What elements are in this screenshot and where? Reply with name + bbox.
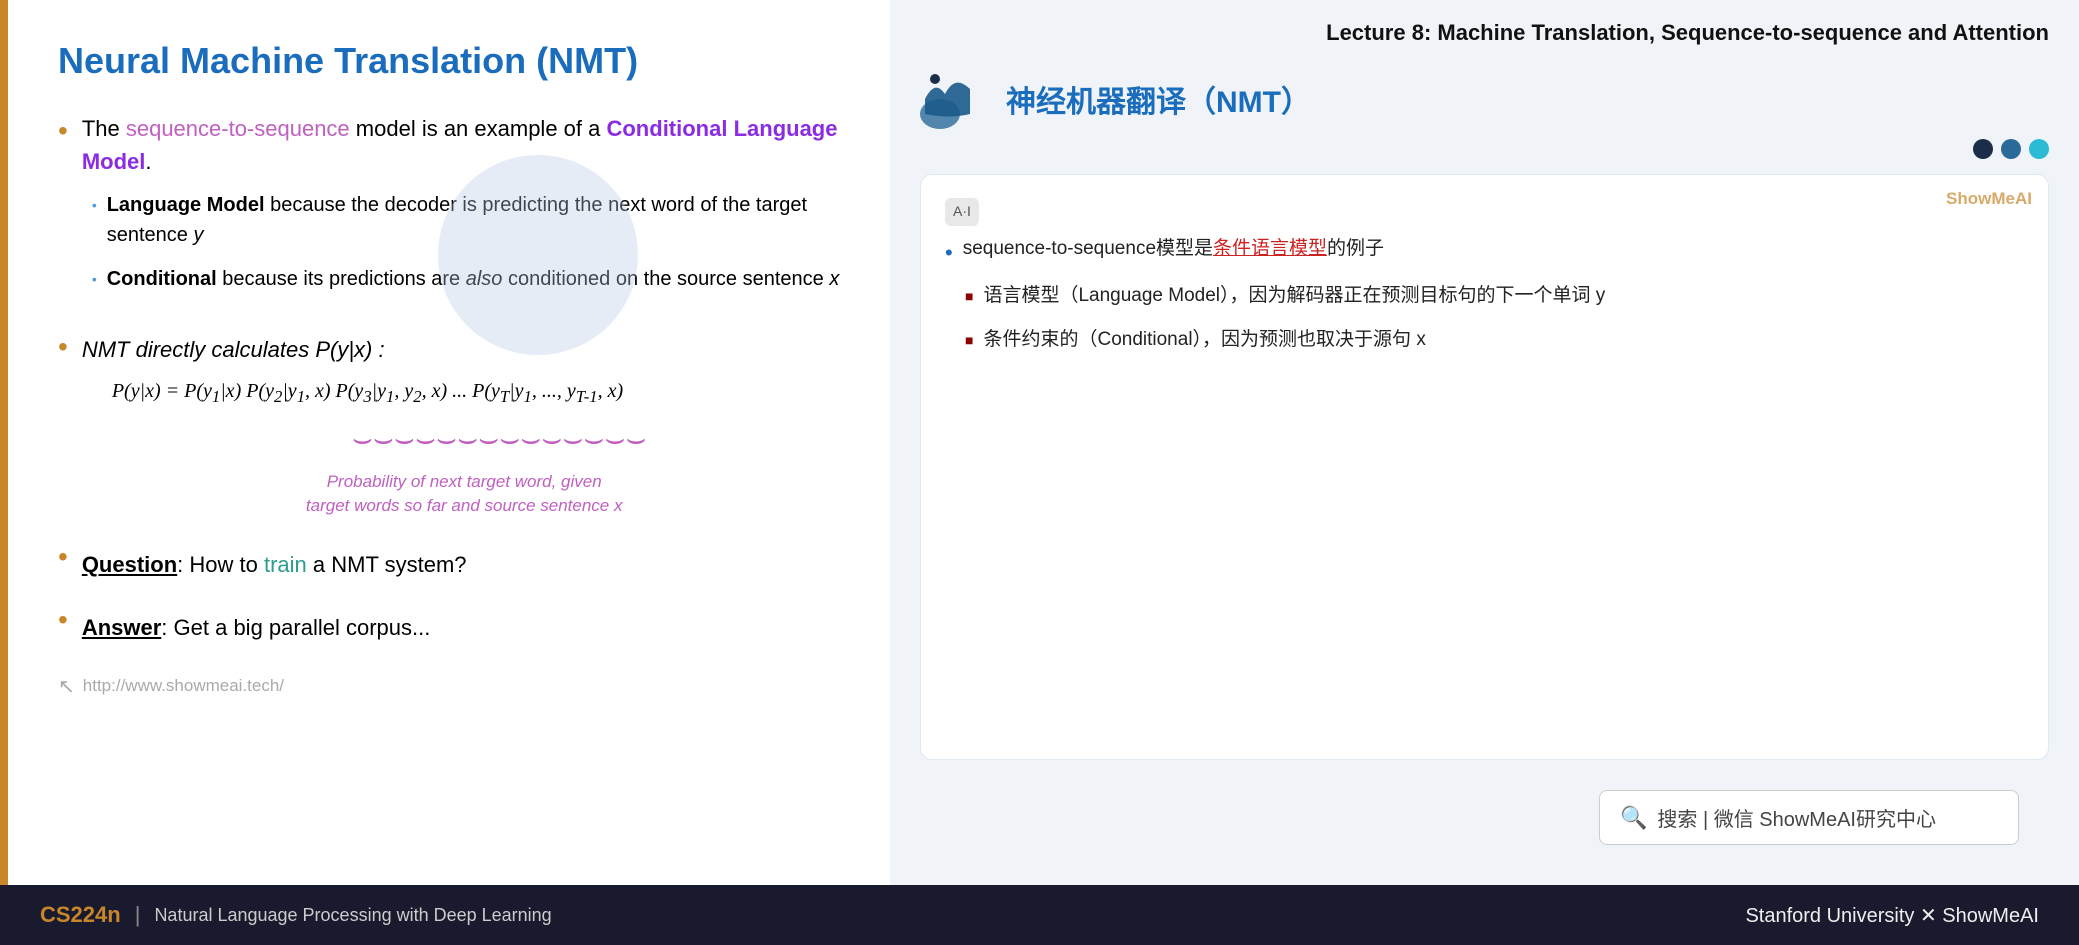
subbullet2-rest1: because its predictions are <box>217 268 466 290</box>
bullet2-formula-inline: P(y|x) <box>315 337 372 362</box>
question-line: Question: How to train a NMT system? <box>82 548 467 581</box>
question-link: train <box>264 552 307 577</box>
dot-3 <box>2029 139 2049 159</box>
footer-desc: Natural Language Processing with Deep Le… <box>154 905 551 926</box>
footer-right: Stanford University ✕ ShowMeAI <box>1745 903 2039 928</box>
bullet-dot-3: • <box>58 536 68 578</box>
question-end: a NMT system? <box>307 552 467 577</box>
footer-course: CS224n <box>40 902 121 928</box>
subbullet2-italic: also <box>466 268 503 290</box>
formula-display: P(y|x) = P(y1|x) P(y2|y1, x) P(y3|y1, y2… <box>112 376 647 409</box>
bullet-item-1: • The sequence-to-sequence model is an e… <box>58 112 840 308</box>
dot-1 <box>1973 139 1993 159</box>
sub-bullet-list-1: • Language Model because the decoder is … <box>92 190 840 294</box>
red-square-1: ■ <box>965 285 973 307</box>
bullet2-colon: : <box>372 337 384 362</box>
cursor-icon: ↖ <box>58 674 75 699</box>
url-text: http://www.showmeai.tech/ <box>83 676 284 696</box>
footer: CS224n | Natural Language Processing wit… <box>0 885 2079 945</box>
curly-brace: ⌣⌣⌣⌣⌣⌣⌣⌣⌣⌣⌣⌣⌣⌣ <box>352 414 647 462</box>
bullet-item-3: • Question: How to train a NMT system? <box>58 538 840 581</box>
formula-annotation: Probability of next target word, giventa… <box>282 470 647 518</box>
answer-line: Answer: Get a big parallel corpus... <box>82 611 431 644</box>
bullet1-link: sequence-to-sequence <box>126 116 350 141</box>
lecture-header: Lecture 8: Machine Translation, Sequence… <box>890 0 2079 59</box>
right-top-section: 神经机器翻译（NMT） <box>890 59 2079 139</box>
annotation-box: ShowMeAI A·I • sequence-to-sequence模型是条件… <box>920 174 2049 760</box>
answer-rest: : Get a big parallel corpus... <box>161 615 430 640</box>
ann-dot-main: • <box>945 234 953 271</box>
dot-row <box>890 139 2079 159</box>
ann-sub-list: ■ 语言模型（Language Model），因为解码器正在预测目标句的下一个单… <box>965 281 2024 356</box>
left-panel: Neural Machine Translation (NMT) • The s… <box>0 0 890 885</box>
ann-sub-1-text: 语言模型（Language Model），因为解码器正在预测目标句的下一个单词 … <box>983 281 1605 311</box>
sub-bullet-1-text: Language Model because the decoder is pr… <box>107 190 840 250</box>
red-square-2: ■ <box>965 329 973 351</box>
right-panel: Lecture 8: Machine Translation, Sequence… <box>890 0 2079 885</box>
ann-prefix: sequence-to-sequence模型是 <box>963 238 1213 259</box>
bullet-dot-1: • <box>58 110 68 152</box>
search-bar-wrapper: 🔍 搜索 | 微信 ShowMeAI研究中心 <box>890 780 2079 865</box>
answer-bold: Answer <box>82 615 161 640</box>
question-bold: Question <box>82 552 177 577</box>
bullet2-prefix: NMT directly calculates <box>82 337 316 362</box>
subbullet1-italic: y <box>193 224 203 246</box>
nmt-formula-section: NMT directly calculates P(y|x) : P(y|x) … <box>82 333 647 518</box>
search-text: 搜索 | 微信 ShowMeAI研究中心 <box>1657 803 1936 832</box>
nmt-icon <box>920 69 990 129</box>
bullet1-end: . <box>145 149 151 174</box>
sub-bullet-dot-1: • <box>92 195 97 216</box>
nmt-title-cn: 神经机器翻译（NMT） <box>1006 77 1311 121</box>
ai-badge: A·I <box>945 198 979 226</box>
formula-intro: NMT directly calculates P(y|x) : <box>82 333 647 366</box>
subbullet1-bold: Language Model <box>107 194 265 216</box>
showmeai-watermark: ShowMeAI <box>1946 185 2032 214</box>
url-bar: ↖ http://www.showmeai.tech/ <box>58 674 840 699</box>
ann-sub-2-text: 条件约束的（Conditional），因为预测也取决于源句 x <box>983 325 1425 355</box>
ann-suffix: 的例子 <box>1327 238 1384 259</box>
slide-title: Neural Machine Translation (NMT) <box>58 40 840 82</box>
annotation-main-bullet: • sequence-to-sequence模型是条件语言模型的例子 <box>945 234 2024 271</box>
bullet-dot-4: • <box>58 599 68 641</box>
main-content: Neural Machine Translation (NMT) • The s… <box>0 0 2079 885</box>
bullet-item-4: • Answer: Get a big parallel corpus... <box>58 601 840 644</box>
ann-sub-2: ■ 条件约束的（Conditional），因为预测也取决于源句 x <box>965 325 2024 355</box>
dot-2 <box>2001 139 2021 159</box>
bullet-dot-2: • <box>58 326 68 368</box>
bullet1-mid: model is an example of a <box>350 116 607 141</box>
search-bar[interactable]: 🔍 搜索 | 微信 ShowMeAI研究中心 <box>1599 790 2019 845</box>
sub-bullet-2-text: Conditional because its predictions are … <box>107 264 840 294</box>
bullet-1-content: The sequence-to-sequence model is an exa… <box>82 112 840 308</box>
sub-bullet-2: • Conditional because its predictions ar… <box>92 264 840 294</box>
question-rest: : How to <box>177 552 264 577</box>
bullet1-prefix: The <box>82 116 126 141</box>
footer-divider: | <box>135 902 141 928</box>
bullet-item-2: • NMT directly calculates P(y|x) : P(y|x… <box>58 328 840 518</box>
subbullet2-bold: Conditional <box>107 268 217 290</box>
sub-bullet-1: • Language Model because the decoder is … <box>92 190 840 250</box>
subbullet2-x: x <box>829 268 839 290</box>
subbullet2-rest2: conditioned on the source sentence <box>502 268 829 290</box>
main-bullet-list: • The sequence-to-sequence model is an e… <box>58 112 840 664</box>
search-icon: 🔍 <box>1620 805 1647 831</box>
ann-main-text: sequence-to-sequence模型是条件语言模型的例子 <box>963 234 1384 264</box>
ann-link: 条件语言模型 <box>1213 238 1327 259</box>
formula-text: P(y|x) = P(y1|x) P(y2|y1, x) P(y3|y1, y2… <box>112 380 623 402</box>
ann-sub-1: ■ 语言模型（Language Model），因为解码器正在预测目标句的下一个单… <box>965 281 2024 311</box>
sub-bullet-dot-2: • <box>92 269 97 290</box>
footer-left: CS224n | Natural Language Processing wit… <box>40 902 552 928</box>
